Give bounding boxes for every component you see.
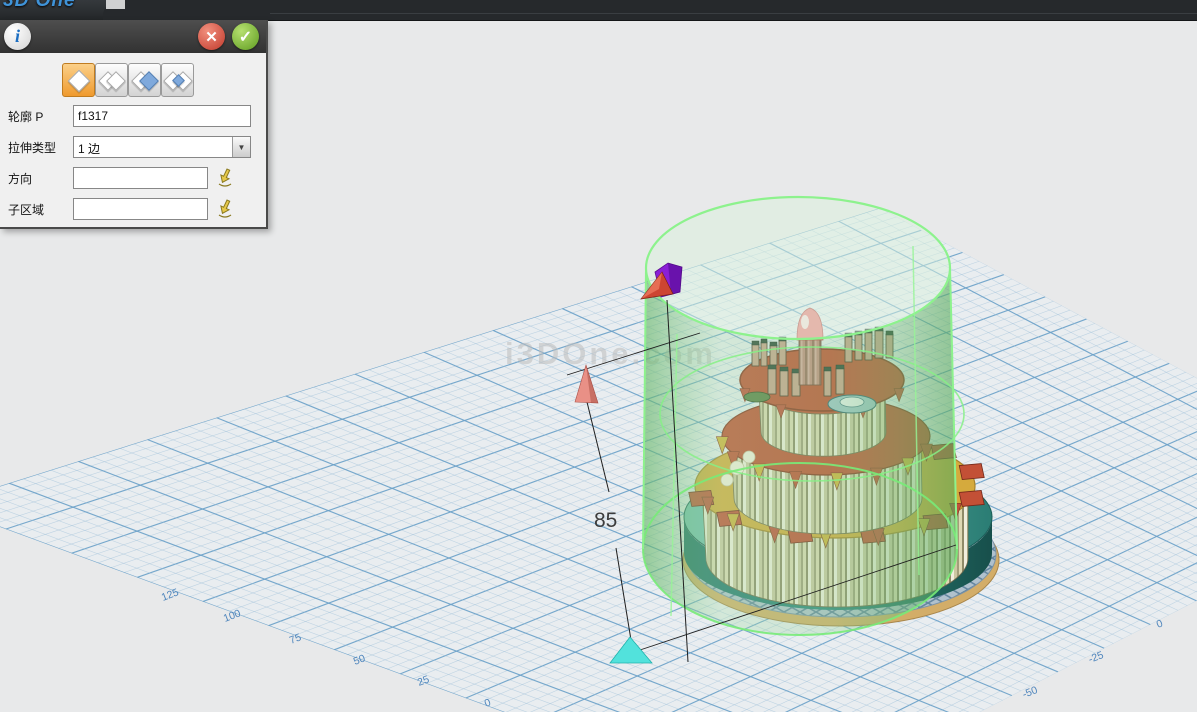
subregion-label: 子区域 <box>8 201 73 218</box>
title-bar: 3D One <box>0 0 1197 21</box>
profile-input[interactable] <box>73 105 251 127</box>
app-window: 125 100 75 50 25 0 0 -25 -50 i3DOne.com <box>0 0 1197 712</box>
extrude-type-two-sides-button[interactable] <box>95 63 128 97</box>
dialog-header: i ✕ ✓ <box>0 20 266 53</box>
direction-input[interactable] <box>73 167 208 189</box>
extrude-type-value: 1 边 <box>74 137 232 157</box>
extrude-type-dropdown[interactable]: 1 边 ▼ <box>73 136 251 158</box>
pick-subregion-icon[interactable] <box>216 199 234 219</box>
extrude-type-total-button[interactable] <box>161 63 194 97</box>
pick-direction-icon[interactable] <box>216 168 234 188</box>
profile-label: 轮廓 P <box>8 108 73 125</box>
svg-text:0: 0 <box>1155 617 1165 630</box>
extrude-dialog: i ✕ ✓ 轮廓 P <box>0 20 268 229</box>
extrude-one-side-icon <box>68 70 91 93</box>
direction-label: 方向 <box>8 170 73 187</box>
chevron-down-icon[interactable]: ▼ <box>232 137 250 157</box>
extrude-type-one-side-button[interactable] <box>62 63 95 97</box>
titlebar-widget[interactable] <box>106 0 125 9</box>
ground-plane <box>0 208 1197 712</box>
cancel-button[interactable]: ✕ <box>198 23 225 50</box>
titlebar-divider <box>270 13 1197 14</box>
extrude-preview-cylinder[interactable] <box>643 197 964 635</box>
extrude-type-label: 拉伸类型 <box>8 139 73 156</box>
dimension-value[interactable]: 85 <box>594 509 617 532</box>
ribbon-tab-curve <box>103 0 1197 20</box>
info-icon[interactable]: i <box>4 23 31 50</box>
app-logo: 3D One <box>3 0 76 12</box>
confirm-button[interactable]: ✓ <box>232 23 259 50</box>
extrude-type-symmetric-button[interactable] <box>128 63 161 97</box>
extrude-type-buttons <box>62 63 266 96</box>
subregion-input[interactable] <box>73 198 208 220</box>
